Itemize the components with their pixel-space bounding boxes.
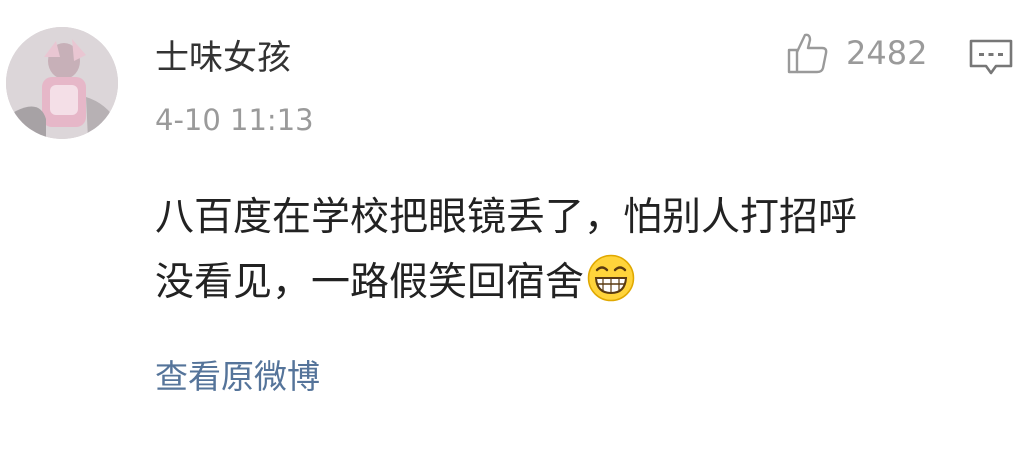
comment-text-line-2: 没看见，一路假笑回宿舍 (155, 250, 1000, 315)
comment-text-line: 八百度在学校把眼镜丢了，怕别人打招呼 (155, 195, 858, 240)
comment-text-line: 没看见，一路假笑回宿舍 (155, 260, 585, 305)
comment-timestamp: 4-10 11:13 (155, 103, 314, 137)
like-button[interactable]: 2482 (786, 30, 927, 76)
like-count: 2482 (846, 34, 928, 72)
grinning-face-emoji-icon (586, 253, 636, 303)
reply-button[interactable] (968, 38, 1014, 78)
comment-body: 八百度在学校把眼镜丢了，怕别人打招呼 没看见，一路假笑回宿舍 (155, 185, 1000, 315)
comment-bubble-icon (969, 39, 1013, 75)
view-original-weibo-link[interactable]: 查看原微博 (155, 354, 320, 400)
comment-author[interactable]: 士味女孩 (155, 34, 291, 82)
avatar-image (6, 27, 118, 139)
avatar[interactable] (6, 27, 118, 139)
thumbs-up-icon (787, 33, 828, 74)
